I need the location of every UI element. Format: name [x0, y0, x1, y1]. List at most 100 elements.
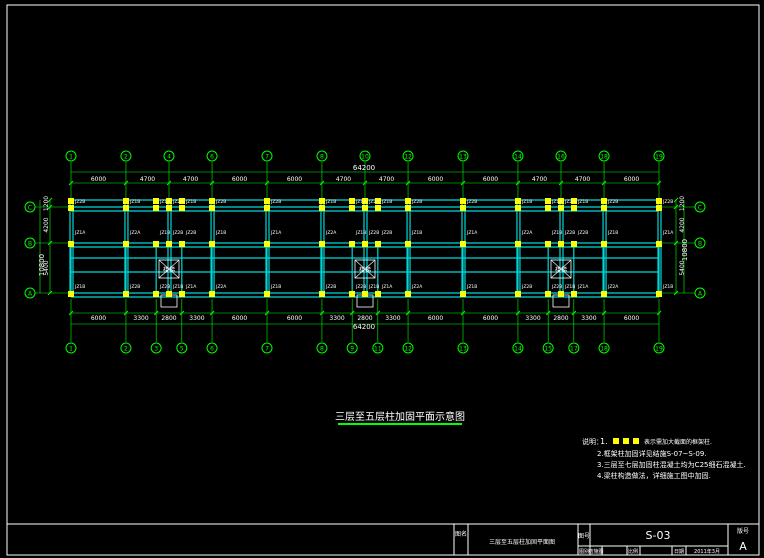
row-axis-label: C — [28, 205, 32, 212]
column-tag: JZ2A — [368, 199, 380, 205]
column-tag: JZ1B — [521, 199, 532, 205]
column-square — [319, 241, 325, 247]
column-square — [349, 205, 355, 211]
column-square — [460, 241, 466, 247]
column-square — [209, 205, 215, 211]
bottom-axis-label: 15 — [544, 346, 552, 353]
bottom-dimension-label: 3300 — [385, 315, 400, 322]
top-axis-label: 18 — [600, 154, 608, 161]
column-tag: JZ1B — [172, 284, 183, 290]
column-tag: JZ2B — [159, 284, 170, 290]
column-square — [319, 291, 325, 297]
column-square — [656, 291, 662, 297]
bottom-dimension-label: 3300 — [133, 315, 148, 322]
bottom-dimension-label: 6000 — [483, 315, 498, 322]
column-square — [153, 241, 159, 247]
bottom-axis-label: 5 — [180, 346, 184, 353]
column-tag: JZ1A — [185, 284, 197, 290]
column-square — [558, 291, 564, 297]
column-square — [656, 198, 662, 204]
column-tag: JZ1B — [577, 199, 588, 205]
cad-drawing: 1 2 4 6 7 8 10 12 13 14 16 18 19 1 2 3 5 6 7 8 9 11 12 13 14 15 1… — [6, 4, 760, 556]
column-tag: JZ2B — [607, 199, 618, 205]
column-tag: JZ1B — [551, 230, 562, 236]
column-square — [375, 241, 381, 247]
note-4: 4.梁柱构造做法，详细施工图中加固. — [597, 471, 711, 480]
top-axis-label: 13 — [459, 154, 467, 161]
column-square — [375, 205, 381, 211]
top-axis-label: 19 — [655, 154, 663, 161]
column-tag: JZ1B — [355, 230, 366, 236]
column-square — [264, 241, 270, 247]
column-square — [362, 291, 368, 297]
column-square — [68, 198, 74, 204]
title-block-no-label: 图号 — [578, 533, 590, 540]
column-square — [68, 291, 74, 297]
column-square — [405, 241, 411, 247]
column-square — [545, 198, 551, 204]
bottom-axis-label: 18 — [600, 346, 608, 353]
title-block-no-value: S-03 — [646, 529, 671, 542]
column-square — [362, 205, 368, 211]
column-square — [571, 291, 577, 297]
bottom-axis-label: 11 — [374, 346, 382, 353]
column-tag: JZ1B — [270, 284, 281, 290]
column-square — [601, 205, 607, 211]
top-axis-label: 10 — [361, 154, 369, 161]
bottom-dimension-label: 3300 — [189, 315, 204, 322]
column-square — [68, 205, 74, 211]
column-square — [601, 198, 607, 204]
top-dimension-label: 6000 — [483, 176, 498, 183]
column-square — [601, 291, 607, 297]
column-square — [123, 241, 129, 247]
column-tag: JZ1A — [159, 199, 171, 205]
column-tag: JZ1B — [368, 284, 379, 290]
stair-label: 楼梯 — [163, 266, 175, 274]
row-axis-label: B — [698, 241, 702, 248]
column-square — [515, 241, 521, 247]
row-axis-label: A — [698, 291, 703, 298]
column-tag: JZ2B — [368, 230, 379, 236]
bottom-axis-label: 13 — [459, 346, 467, 353]
title-block-row2-c: 比例 — [628, 548, 638, 555]
dimension-lines: 6000 4700 4700 6000 6000 4700 4700 6000 6000 4700… — [39, 171, 686, 325]
note-1-text: 表示需加大截面的框架柱. — [644, 438, 712, 446]
top-dimension-label: 6000 — [428, 176, 443, 183]
column-tag: JZ2A — [215, 284, 227, 290]
column-square — [166, 205, 172, 211]
top-dimension-label: 4700 — [336, 176, 351, 183]
note-legend-swatch-3 — [633, 438, 639, 444]
top-dimension-label: 6000 — [232, 176, 247, 183]
bottom-axis-label: 9 — [350, 346, 354, 353]
title-block-row2-d: 日期 — [674, 549, 684, 555]
column-square — [362, 241, 368, 247]
bottom-axis-label: 1 — [69, 346, 73, 353]
column-square — [571, 241, 577, 247]
bottom-axis-label: 2 — [124, 346, 128, 353]
top-axis-label: 14 — [514, 154, 522, 161]
left-total-dimension: 10800 — [38, 254, 46, 276]
column-tag: JZ1B — [411, 230, 422, 236]
note-3: 3.三层至七层加固柱混凝土均为C25细石混凝土. — [597, 460, 746, 469]
column-tag: JZ2B — [172, 230, 183, 236]
bottom-total-dimension: 64200 — [353, 323, 375, 331]
column-tag: JZ1A — [270, 230, 282, 236]
column-square — [153, 198, 159, 204]
top-dimension-label: 6000 — [624, 176, 639, 183]
column-tag: JZ2B — [564, 230, 575, 236]
column-tag: JZ1A — [355, 199, 367, 205]
bottom-axis-label: 7 — [265, 346, 269, 353]
column-square — [405, 291, 411, 297]
column-tag: JZ2B — [466, 199, 477, 205]
top-axis-label: 4 — [167, 154, 171, 161]
top-dimension-label: 4700 — [183, 176, 198, 183]
top-axis-label: 16 — [557, 154, 565, 161]
top-total-dimension: 64200 — [353, 164, 375, 172]
column-tag: JZ1A — [551, 199, 563, 205]
column-tag: JZ1A — [466, 230, 478, 236]
column-square — [558, 241, 564, 247]
bottom-axis-label: 14 — [514, 346, 522, 353]
bottom-dimension-label: 6000 — [232, 315, 247, 322]
column-tag: JZ1A — [577, 284, 589, 290]
title-block-name-value: 三层至五层柱加固平面图 — [489, 538, 555, 546]
